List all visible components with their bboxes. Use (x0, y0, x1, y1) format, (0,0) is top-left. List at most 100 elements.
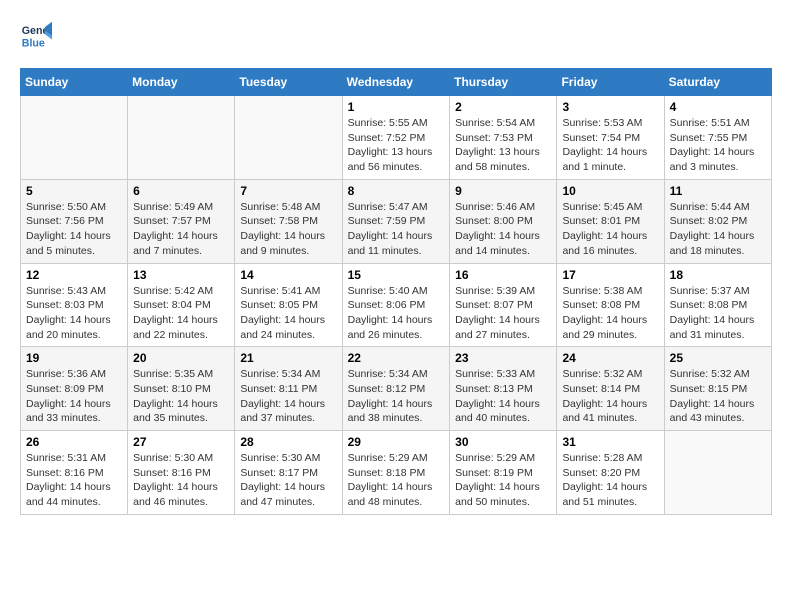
day-info: Sunrise: 5:33 AM Sunset: 8:13 PM Dayligh… (455, 367, 551, 426)
calendar-cell: 19Sunrise: 5:36 AM Sunset: 8:09 PM Dayli… (21, 347, 128, 431)
day-number: 3 (562, 100, 658, 114)
calendar-cell: 20 Sunrise: 5:35 AM Sunset: 8:10 PM Dayli… (128, 347, 235, 431)
day-number: 6 (133, 184, 229, 198)
day-info: Sunrise: 5:29 AM Sunset: 8:19 PM Dayligh… (455, 451, 551, 510)
calendar-cell: 28 Sunrise: 5:30 AM Sunset: 8:17 PM Dayli… (235, 431, 342, 515)
calendar-cell: 31 Sunrise: 5:28 AM Sunset: 8:20 PM Dayli… (557, 431, 664, 515)
calendar-cell (128, 96, 235, 180)
calendar-cell: 22Sunrise: 5:34 AM Sunset: 8:12 PM Dayli… (342, 347, 450, 431)
day-number: 27 (133, 435, 229, 449)
calendar-cell: 17 Sunrise: 5:38 AM Sunset: 8:08 PM Dayli… (557, 263, 664, 347)
day-number: 28 (240, 435, 336, 449)
calendar-cell: 14Sunrise: 5:41 AM Sunset: 8:05 PM Dayli… (235, 263, 342, 347)
day-number: 5 (26, 184, 122, 198)
calendar-cell: 8Sunrise: 5:47 AM Sunset: 7:59 PM Daylig… (342, 179, 450, 263)
calendar-table: SundayMondayTuesdayWednesdayThursdayFrid… (20, 68, 772, 515)
day-number: 7 (240, 184, 336, 198)
day-info: Sunrise: 5:32 AM Sunset: 8:14 PM Dayligh… (562, 367, 658, 426)
calendar-cell: 27 Sunrise: 5:30 AM Sunset: 8:16 PM Dayli… (128, 431, 235, 515)
day-info: Sunrise: 5:35 AM Sunset: 8:10 PM Dayligh… (133, 367, 229, 426)
day-number: 9 (455, 184, 551, 198)
day-info: Sunrise: 5:30 AM Sunset: 8:16 PM Dayligh… (133, 451, 229, 510)
day-header-wednesday: Wednesday (342, 69, 450, 96)
day-info: Sunrise: 5:28 AM Sunset: 8:20 PM Dayligh… (562, 451, 658, 510)
day-info: Sunrise: 5:50 AM Sunset: 7:56 PM Dayligh… (26, 200, 122, 259)
day-number: 2 (455, 100, 551, 114)
calendar-week-row: 26 Sunrise: 5:31 AM Sunset: 8:16 PM Dayli… (21, 431, 772, 515)
day-info: Sunrise: 5:40 AM Sunset: 8:06 PM Dayligh… (348, 284, 445, 343)
calendar-cell: 11 Sunrise: 5:44 AM Sunset: 8:02 PM Dayli… (664, 179, 771, 263)
calendar-cell: 29 Sunrise: 5:29 AM Sunset: 8:18 PM Dayli… (342, 431, 450, 515)
calendar-cell: 12 Sunrise: 5:43 AM Sunset: 8:03 PM Dayli… (21, 263, 128, 347)
day-info: Sunrise: 5:29 AM Sunset: 8:18 PM Dayligh… (348, 451, 445, 510)
day-number: 31 (562, 435, 658, 449)
svg-text:Blue: Blue (22, 38, 45, 50)
calendar-cell: 4 Sunrise: 5:51 AM Sunset: 7:55 PM Daylig… (664, 96, 771, 180)
day-header-tuesday: Tuesday (235, 69, 342, 96)
calendar-cell: 10 Sunrise: 5:45 AM Sunset: 8:01 PM Dayli… (557, 179, 664, 263)
day-number: 11 (670, 184, 766, 198)
day-info: Sunrise: 5:47 AM Sunset: 7:59 PM Dayligh… (348, 200, 445, 259)
day-number: 20 (133, 351, 229, 365)
day-number: 18 (670, 268, 766, 282)
day-info: Sunrise: 5:34 AM Sunset: 8:11 PM Dayligh… (240, 367, 336, 426)
calendar-cell (235, 96, 342, 180)
day-header-monday: Monday (128, 69, 235, 96)
day-info: Sunrise: 5:43 AM Sunset: 8:03 PM Dayligh… (26, 284, 122, 343)
day-info: Sunrise: 5:30 AM Sunset: 8:17 PM Dayligh… (240, 451, 336, 510)
day-info: Sunrise: 5:51 AM Sunset: 7:55 PM Dayligh… (670, 116, 766, 175)
calendar-week-row: 12 Sunrise: 5:43 AM Sunset: 8:03 PM Dayli… (21, 263, 772, 347)
day-info: Sunrise: 5:38 AM Sunset: 8:08 PM Dayligh… (562, 284, 658, 343)
calendar-cell: 1 Sunrise: 5:55 AM Sunset: 7:52 PM Daylig… (342, 96, 450, 180)
calendar-cell (664, 431, 771, 515)
day-number: 16 (455, 268, 551, 282)
day-info: Sunrise: 5:55 AM Sunset: 7:52 PM Dayligh… (348, 116, 445, 175)
day-info: Sunrise: 5:32 AM Sunset: 8:15 PM Dayligh… (670, 367, 766, 426)
days-header-row: SundayMondayTuesdayWednesdayThursdayFrid… (21, 69, 772, 96)
day-info: Sunrise: 5:42 AM Sunset: 8:04 PM Dayligh… (133, 284, 229, 343)
day-number: 29 (348, 435, 445, 449)
day-info: Sunrise: 5:54 AM Sunset: 7:53 PM Dayligh… (455, 116, 551, 175)
day-info: Sunrise: 5:39 AM Sunset: 8:07 PM Dayligh… (455, 284, 551, 343)
day-number: 1 (348, 100, 445, 114)
calendar-cell: 3 Sunrise: 5:53 AM Sunset: 7:54 PM Daylig… (557, 96, 664, 180)
calendar-cell: 25 Sunrise: 5:32 AM Sunset: 8:15 PM Dayli… (664, 347, 771, 431)
day-header-sunday: Sunday (21, 69, 128, 96)
calendar-cell: 15Sunrise: 5:40 AM Sunset: 8:06 PM Dayli… (342, 263, 450, 347)
calendar-cell: 24Sunrise: 5:32 AM Sunset: 8:14 PM Dayli… (557, 347, 664, 431)
day-number: 21 (240, 351, 336, 365)
page-header: General Blue (20, 20, 772, 52)
calendar-cell: 13Sunrise: 5:42 AM Sunset: 8:04 PM Dayli… (128, 263, 235, 347)
day-number: 26 (26, 435, 122, 449)
calendar-cell: 7 Sunrise: 5:48 AM Sunset: 7:58 PM Daylig… (235, 179, 342, 263)
day-info: Sunrise: 5:31 AM Sunset: 8:16 PM Dayligh… (26, 451, 122, 510)
day-info: Sunrise: 5:48 AM Sunset: 7:58 PM Dayligh… (240, 200, 336, 259)
day-info: Sunrise: 5:45 AM Sunset: 8:01 PM Dayligh… (562, 200, 658, 259)
day-info: Sunrise: 5:49 AM Sunset: 7:57 PM Dayligh… (133, 200, 229, 259)
calendar-week-row: 1 Sunrise: 5:55 AM Sunset: 7:52 PM Daylig… (21, 96, 772, 180)
calendar-cell (21, 96, 128, 180)
day-number: 25 (670, 351, 766, 365)
day-info: Sunrise: 5:46 AM Sunset: 8:00 PM Dayligh… (455, 200, 551, 259)
day-number: 4 (670, 100, 766, 114)
calendar-cell: 30 Sunrise: 5:29 AM Sunset: 8:19 PM Dayli… (450, 431, 557, 515)
logo-icon: General Blue (20, 20, 52, 52)
calendar-cell: 9 Sunrise: 5:46 AM Sunset: 8:00 PM Daylig… (450, 179, 557, 263)
day-number: 23 (455, 351, 551, 365)
day-info: Sunrise: 5:53 AM Sunset: 7:54 PM Dayligh… (562, 116, 658, 175)
calendar-cell: 26 Sunrise: 5:31 AM Sunset: 8:16 PM Dayli… (21, 431, 128, 515)
day-info: Sunrise: 5:44 AM Sunset: 8:02 PM Dayligh… (670, 200, 766, 259)
calendar-cell: 16 Sunrise: 5:39 AM Sunset: 8:07 PM Dayli… (450, 263, 557, 347)
day-number: 12 (26, 268, 122, 282)
day-number: 10 (562, 184, 658, 198)
calendar-week-row: 19Sunrise: 5:36 AM Sunset: 8:09 PM Dayli… (21, 347, 772, 431)
calendar-cell: 5 Sunrise: 5:50 AM Sunset: 7:56 PM Daylig… (21, 179, 128, 263)
day-info: Sunrise: 5:36 AM Sunset: 8:09 PM Dayligh… (26, 367, 122, 426)
day-info: Sunrise: 5:37 AM Sunset: 8:08 PM Dayligh… (670, 284, 766, 343)
day-number: 30 (455, 435, 551, 449)
day-header-thursday: Thursday (450, 69, 557, 96)
day-number: 17 (562, 268, 658, 282)
day-number: 22 (348, 351, 445, 365)
calendar-cell: 18 Sunrise: 5:37 AM Sunset: 8:08 PM Dayli… (664, 263, 771, 347)
day-header-saturday: Saturday (664, 69, 771, 96)
